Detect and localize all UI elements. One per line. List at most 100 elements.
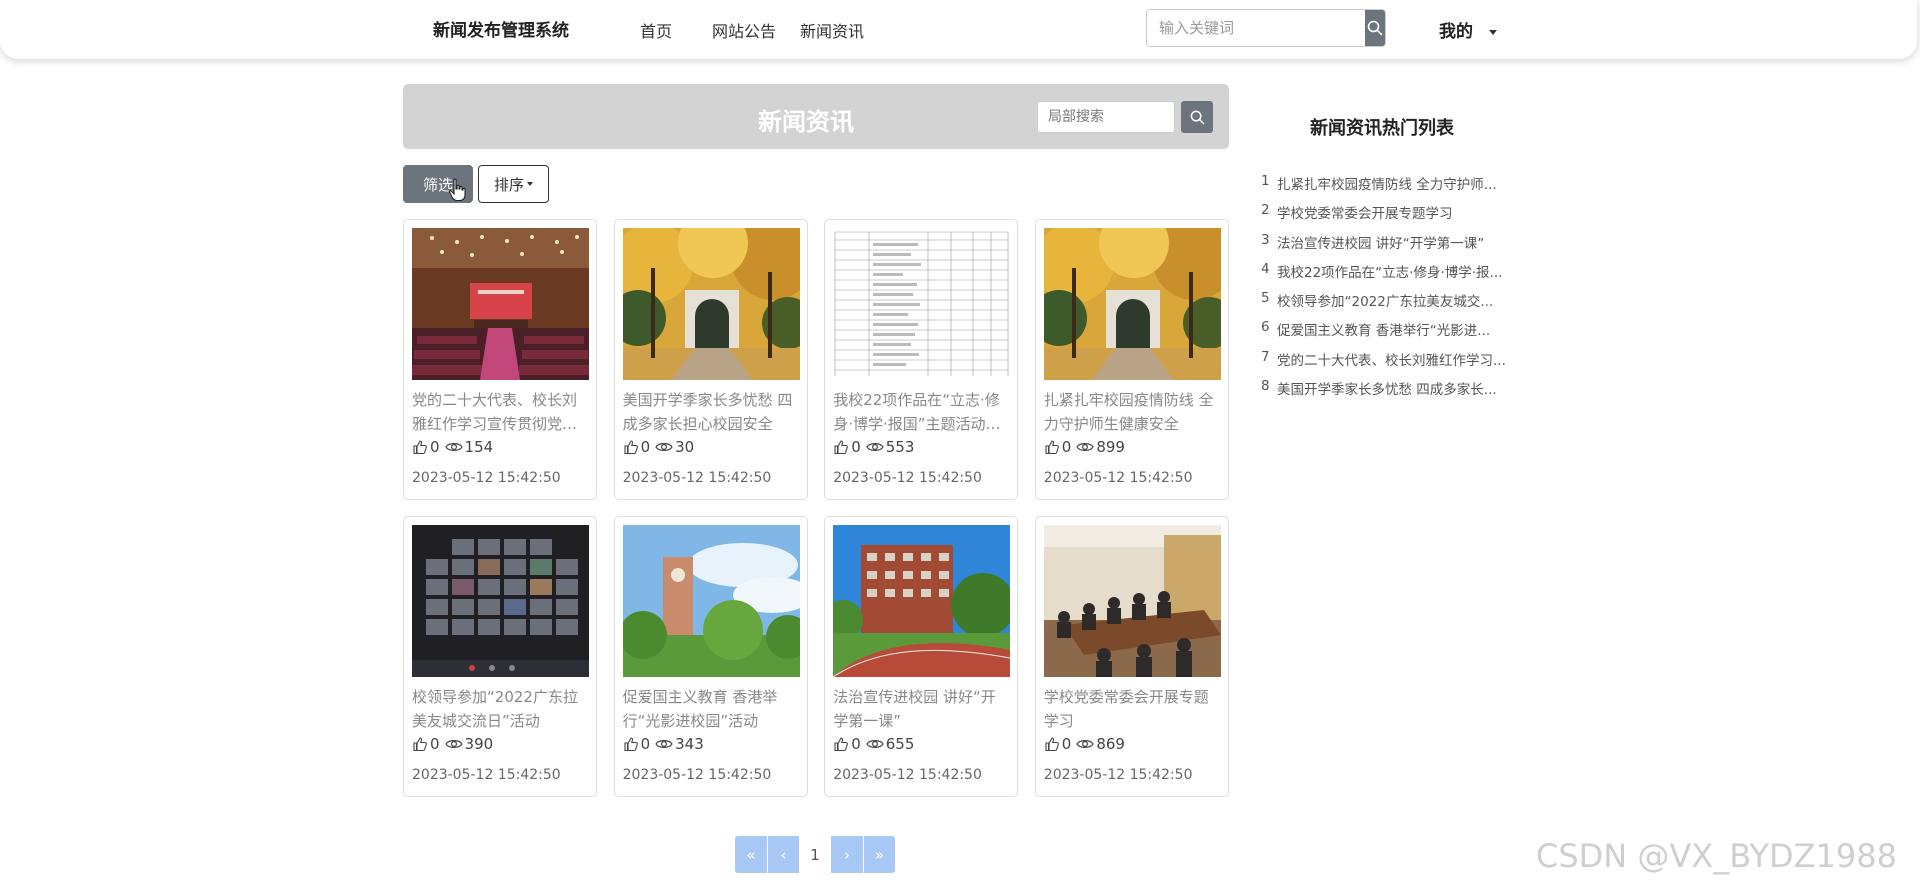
hot-list-item[interactable]: 7 党的二十大代表、校长刘雅红作学习... [1261, 349, 1521, 378]
like-count: 0 [640, 438, 651, 456]
hot-list-item[interactable]: 6 促爱国主义教育 香港举行“光影进... [1261, 319, 1521, 348]
news-card[interactable]: 美国开学季家长多忧愁 四成多家长担心校园安全 0 30 2023-05-12 1… [613, 219, 808, 500]
news-card-stats: 0 154 [412, 436, 588, 458]
view-count: 869 [1096, 735, 1125, 753]
search-icon [1190, 110, 1204, 124]
eye-icon [1076, 740, 1095, 748]
eye-icon [866, 740, 884, 748]
chevron-down-icon [527, 182, 533, 186]
thumbs-up-icon[interactable] [623, 439, 639, 455]
news-thumbnail-image[interactable] [1043, 228, 1221, 380]
view-count: 655 [885, 735, 915, 753]
local-search-button[interactable] [1181, 101, 1213, 133]
pagination-first-button[interactable]: « [735, 836, 767, 873]
news-card-stats: 0 553 [833, 436, 1009, 458]
thumbs-up-icon[interactable] [833, 439, 849, 455]
news-card-date: 2023-05-12 15:42:50 [622, 470, 772, 486]
user-menu-label: 我的 [1439, 22, 1473, 42]
nav-link-announcements[interactable]: 网站公告 [712, 18, 776, 42]
thumbs-up-icon[interactable] [1044, 439, 1060, 455]
hot-list-item-title[interactable]: 促爱国主义教育 香港举行“光影进... [1277, 319, 1490, 348]
pagination-next-button[interactable]: › [831, 836, 863, 873]
hot-list-item-title[interactable]: 党的二十大代表、校长刘雅红作学习... [1277, 349, 1506, 378]
news-card[interactable]: 我校22项作品在“立志·修身·博学·报国”主题活动中获奖 0 553 2023-… [824, 219, 1019, 500]
news-card[interactable]: 促爱国主义教育 香港举行“光影进校园”活动 0 343 2023-05-12 1… [613, 516, 808, 797]
news-card[interactable]: 学校党委常委会开展专题学习 0 869 2023-05-12 15:42:50 [1034, 516, 1229, 797]
top-navbar: 新闻发布管理系统 首页 网站公告 新闻资讯 我的 [0, 0, 1917, 59]
hot-list-item[interactable]: 1 扎紧扎牢校园疫情防线 全力守护师... [1261, 173, 1521, 202]
eye-icon [444, 443, 463, 451]
news-card-grid: 党的二十大代表、校长刘雅红作学习宣传贯彻党的二十大精神宣讲报告 0 154 20… [403, 219, 1229, 797]
news-card-date: 2023-05-12 15:42:50 [622, 767, 772, 783]
thumbs-up-icon[interactable] [1044, 736, 1060, 752]
hot-list-item[interactable]: 3 法治宣传进校园 讲好“开学第一课” [1261, 232, 1521, 261]
global-search-button[interactable] [1365, 10, 1385, 46]
local-search-input[interactable] [1037, 101, 1175, 133]
news-card-title[interactable]: 学校党委常委会开展专题学习 [1044, 685, 1220, 733]
news-card-date: 2023-05-12 15:42:50 [412, 767, 561, 783]
brand-title[interactable]: 新闻发布管理系统 [433, 16, 569, 41]
hot-list-item-title[interactable]: 扎紧扎牢校园疫情防线 全力守护师... [1277, 173, 1497, 202]
thumbs-up-icon[interactable] [412, 439, 428, 455]
hot-list-rank: 1 [1261, 173, 1270, 189]
news-card-date: 2023-05-12 15:42:50 [1043, 470, 1193, 486]
hot-list-rank: 4 [1261, 260, 1270, 277]
sort-label: 排序 [493, 175, 524, 194]
news-thumbnail-image[interactable] [622, 228, 800, 380]
news-thumbnail-image[interactable] [622, 525, 800, 677]
news-card-title[interactable]: 美国开学季家长多忧愁 四成多家长担心校园安全 [623, 388, 799, 436]
hot-list-item[interactable]: 2 学校党委常委会开展专题学习 [1261, 202, 1521, 231]
news-card-date: 2023-05-12 15:42:50 [833, 470, 982, 486]
news-card[interactable]: 扎紧扎牢校园疫情防线 全力守护师生健康安全 0 899 2023-05-12 1… [1034, 219, 1229, 500]
eye-icon [1076, 443, 1095, 451]
hand-pointer-icon [448, 178, 466, 202]
news-card-title[interactable]: 促爱国主义教育 香港举行“光影进校园”活动 [623, 685, 799, 733]
hot-list-item[interactable]: 4 我校22项作品在“立志·修身·博学·报... [1261, 261, 1521, 290]
like-count: 0 [851, 735, 861, 753]
thumbs-up-icon[interactable] [412, 736, 428, 752]
news-card-title[interactable]: 法治宣传进校园 讲好“开学第一课” [833, 685, 1009, 733]
hot-list-rank: 7 [1261, 348, 1270, 365]
nav-link-home[interactable]: 首页 [640, 18, 672, 42]
news-card[interactable]: 党的二十大代表、校长刘雅红作学习宣传贯彻党的二十大精神宣讲报告 0 154 20… [403, 219, 597, 500]
news-thumbnail-image[interactable] [833, 228, 1011, 380]
user-menu-dropdown[interactable]: 我的 [1439, 17, 1497, 42]
global-search [1146, 9, 1386, 47]
news-card[interactable]: 法治宣传进校园 讲好“开学第一课” 0 655 2023-05-12 15:42… [824, 516, 1019, 797]
hot-list-item-title[interactable]: 法治宣传进校园 讲好“开学第一课” [1277, 232, 1484, 261]
news-card-stats: 0 869 [1044, 733, 1220, 755]
news-card[interactable]: 校领导参加“2022广东拉美友城交流日”活动 0 390 2023-05-12 … [403, 516, 597, 797]
news-card-title[interactable]: 党的二十大代表、校长刘雅红作学习宣传贯彻党的二十大精神宣讲报告 [412, 388, 588, 436]
pagination-current-page[interactable]: 1 [799, 836, 831, 873]
view-count: 553 [885, 438, 915, 456]
hot-list-item[interactable]: 5 校领导参加“2022广东拉美友城交... [1261, 290, 1521, 319]
nav-link-news[interactable]: 新闻资讯 [800, 18, 864, 42]
news-card-title[interactable]: 扎紧扎牢校园疫情防线 全力守护师生健康安全 [1044, 388, 1220, 436]
like-count: 0 [430, 735, 440, 753]
news-thumbnail-image[interactable] [412, 228, 589, 380]
news-card-title[interactable]: 校领导参加“2022广东拉美友城交流日”活动 [412, 685, 588, 733]
pagination-last-button[interactable]: » [863, 836, 895, 873]
thumbs-up-icon[interactable] [623, 736, 639, 752]
hot-list-item-title[interactable]: 校领导参加“2022广东拉美友城交... [1277, 290, 1493, 319]
news-card-title[interactable]: 我校22项作品在“立志·修身·博学·报国”主题活动中获奖 [833, 388, 1009, 436]
hot-list-rank: 8 [1261, 378, 1270, 395]
view-count: 154 [464, 438, 494, 456]
news-thumbnail-image[interactable] [833, 525, 1011, 677]
hot-list-item-title[interactable]: 美国开学季家长多忧愁 四成多家长... [1277, 378, 1497, 407]
news-thumbnail-image[interactable] [412, 525, 589, 677]
hot-list-item[interactable]: 8 美国开学季家长多忧愁 四成多家长... [1261, 378, 1521, 407]
like-count: 0 [1061, 735, 1072, 753]
thumbs-up-icon[interactable] [833, 736, 849, 752]
hot-list-item-title[interactable]: 学校党委常委会开展专题学习 [1277, 202, 1453, 231]
hot-list-rank: 5 [1261, 290, 1270, 307]
eye-icon [655, 740, 673, 748]
hot-list-rank: 2 [1261, 202, 1270, 219]
hot-list-item-title[interactable]: 我校22项作品在“立志·修身·博学·报... [1277, 261, 1502, 290]
eye-icon [444, 740, 463, 748]
news-thumbnail-image[interactable] [1043, 525, 1221, 677]
global-search-input[interactable] [1147, 10, 1365, 46]
pagination-prev-button[interactable]: ‹ [767, 836, 799, 873]
sort-dropdown-button[interactable]: 排序 [478, 165, 549, 203]
hot-list-title: 新闻资讯热门列表 [1310, 118, 1454, 139]
